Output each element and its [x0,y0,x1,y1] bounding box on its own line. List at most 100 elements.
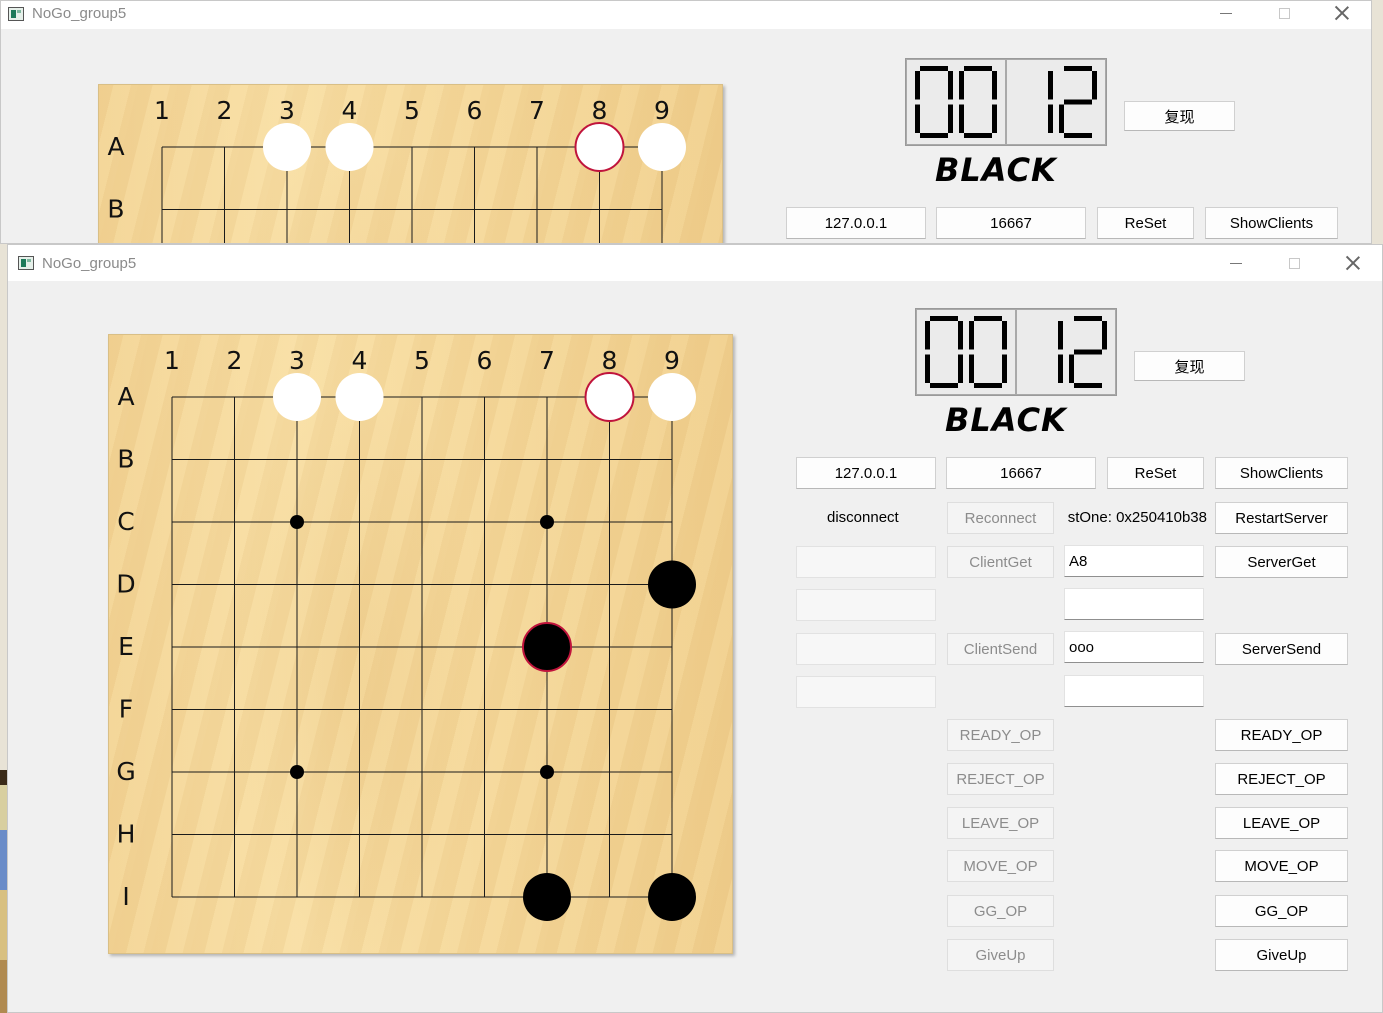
close-button[interactable] [1327,1,1357,25]
server-get-field[interactable]: A8 [1064,545,1204,577]
close-icon [1335,6,1349,20]
lcd-segment [1069,354,1074,383]
go-board[interactable]: 123456789ABCDEFGHI [108,334,733,954]
row-label: G [116,757,135,786]
black-stone[interactable] [648,873,696,921]
port-button[interactable]: 16667 [936,207,1086,239]
lcd-segment [1064,66,1092,71]
white-stone[interactable] [638,123,686,171]
column-label: 1 [164,346,180,375]
white-stone[interactable] [648,373,696,421]
client-reject-op-button[interactable]: REJECT_OP [947,763,1054,795]
client-gg-op-button[interactable]: GG_OP [947,895,1054,927]
server-send-button[interactable]: ServerSend [1215,633,1348,665]
white-stone[interactable] [263,123,311,171]
lcd-segment [974,316,1002,321]
client-send-button[interactable]: ClientSend [947,633,1054,665]
client-ready-op-button[interactable]: READY_OP [947,719,1054,751]
reconnect-button[interactable]: Reconnect [947,502,1054,534]
ip-button[interactable]: 127.0.0.1 [796,457,936,489]
white-stone[interactable] [335,373,384,421]
star-point [290,765,304,779]
star-point [290,515,304,529]
replay-button[interactable]: 复现 [1124,101,1235,131]
lcd-segment [1058,321,1063,350]
close-icon [1346,256,1360,270]
client-send-field[interactable] [796,633,936,665]
go-board[interactable]: 123456789ABCDEFGHI [98,84,724,244]
ip-button[interactable]: 127.0.0.1 [786,207,926,239]
client-extra-field[interactable] [796,589,936,621]
maximize-button[interactable] [1279,251,1309,275]
lcd-segment [1092,71,1097,100]
show-clients-button[interactable]: ShowClients [1205,207,1338,239]
server-extra-field-2[interactable] [1064,675,1204,707]
column-label: 3 [279,96,295,125]
lcd-segment [959,104,964,133]
title-bar[interactable]: NoGo_group5 [1,1,1371,29]
minimize-icon [1230,262,1242,264]
black-stone[interactable] [523,873,571,921]
timer-seconds [1016,309,1116,395]
close-button[interactable] [1338,251,1368,275]
reset-button[interactable]: ReSet [1097,207,1194,239]
maximize-button[interactable] [1269,1,1299,25]
lcd-segment [1064,99,1092,105]
lcd-segment [1002,321,1007,350]
lcd-segment [925,321,930,350]
title-bar[interactable]: NoGo_group5 [8,245,1382,281]
client-leave-op-button[interactable]: LEAVE_OP [947,807,1054,839]
server-reject-op-button[interactable]: REJECT_OP [1215,763,1348,795]
minimize-button[interactable] [1221,251,1251,275]
column-label: 5 [404,96,420,125]
server-send-field[interactable]: ooo [1064,631,1204,663]
lcd-segment [1059,104,1064,133]
client-get-field[interactable] [796,546,936,578]
black-stone[interactable] [648,560,696,609]
lcd-segment [1058,354,1063,383]
port-button[interactable]: 16667 [946,457,1096,489]
server-get-button[interactable]: ServerGet [1215,546,1348,578]
server-leave-op-button[interactable]: LEAVE_OP [1215,807,1348,839]
server-giveup-button[interactable]: GiveUp [1215,939,1348,971]
back-window[interactable]: NoGo_group5 123456789ABCDEFGHI BLACK 复现 … [0,0,1372,244]
first-client-label-clip: stOne: 0x250410b38 [1062,502,1207,534]
turn-label: BLACK [945,401,1067,439]
white-stone[interactable] [574,122,625,172]
show-clients-button[interactable]: ShowClients [1215,457,1348,489]
maximize-icon [1288,257,1300,269]
timer-seconds [1006,59,1106,145]
minimize-icon [1220,12,1232,14]
lcd-segment [969,354,974,383]
window-title: NoGo_group5 [42,255,137,272]
lcd-segment [925,354,930,383]
lcd-segment [964,133,992,138]
reset-button[interactable]: ReSet [1107,457,1204,489]
lcd-segment [959,71,964,100]
replay-button[interactable]: 复现 [1134,351,1245,381]
server-ready-op-button[interactable]: READY_OP [1215,719,1348,751]
server-move-op-button[interactable]: MOVE_OP [1215,850,1348,882]
client-get-button[interactable]: ClientGet [947,546,1054,578]
white-stone[interactable] [273,373,321,421]
white-stone[interactable] [584,372,635,422]
column-label: 3 [289,346,305,375]
client-giveup-button[interactable]: GiveUp [947,939,1054,971]
board-canvas[interactable]: 123456789ABCDEFGHI [109,335,734,955]
server-extra-field[interactable] [1064,588,1204,620]
restart-server-button[interactable]: RestartServer [1215,502,1348,534]
front-window[interactable]: NoGo_group5 123456789ABCDEFGHI BLACK 复现 … [7,244,1383,1013]
lcd-segment [1074,316,1102,321]
client-move-op-button[interactable]: MOVE_OP [947,850,1054,882]
column-label: 6 [467,96,483,125]
client-extra-field-2[interactable] [796,676,936,708]
lcd-segment [915,104,920,133]
white-stone[interactable] [325,123,374,171]
lcd-segment [1074,383,1102,388]
minimize-button[interactable] [1211,1,1241,25]
lcd-segment [930,316,958,321]
row-label: H [117,820,136,849]
board-canvas[interactable]: 123456789ABCDEFGHI [99,85,724,244]
server-gg-op-button[interactable]: GG_OP [1215,895,1348,927]
black-stone[interactable] [522,622,572,672]
